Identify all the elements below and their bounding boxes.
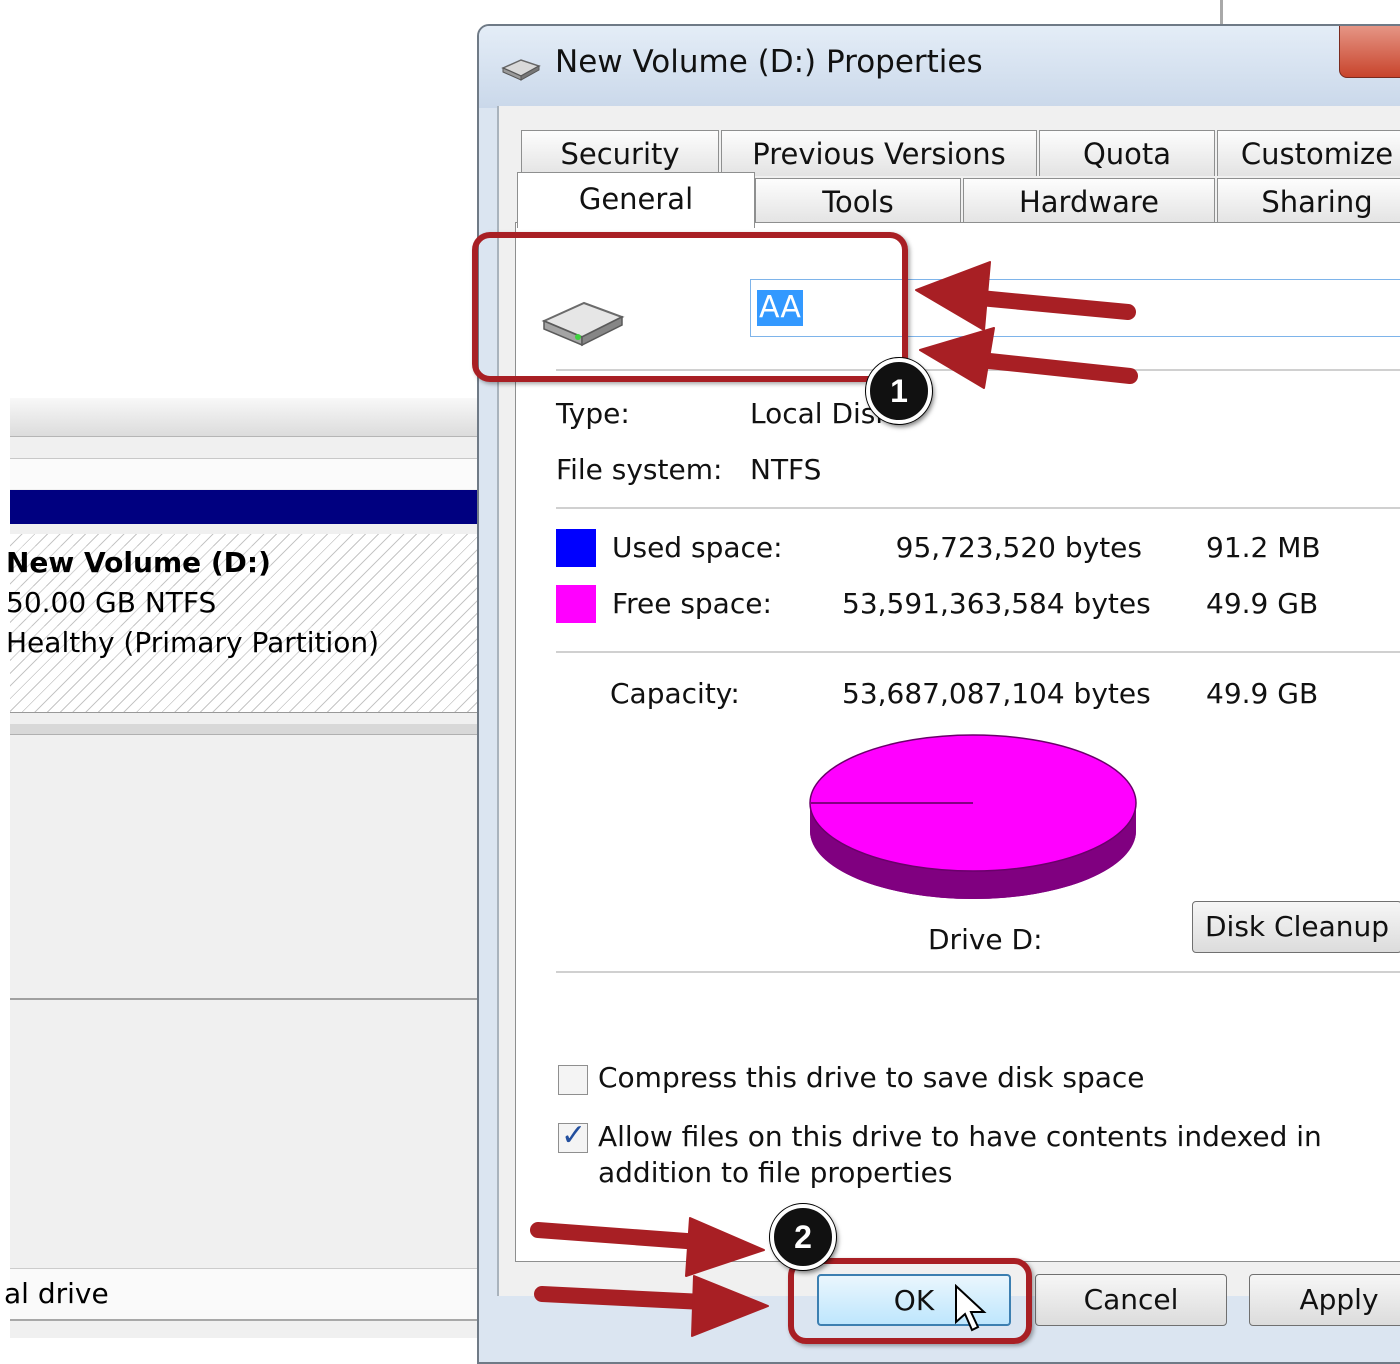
- arrow-2-lower: [534, 1286, 712, 1310]
- arrow-1-upper-head: [915, 261, 991, 331]
- step-badge-1: 1: [866, 358, 932, 424]
- arrow-2-upper: [530, 1222, 708, 1250]
- arrow-1-lower-head: [919, 327, 995, 389]
- arrow-1-upper: [972, 290, 1136, 320]
- annotation-arrows: [530, 261, 1138, 1337]
- arrow-2-upper-head: [685, 1217, 765, 1277]
- step-badge-2: 2: [770, 1204, 836, 1270]
- arrow-1-lower: [972, 352, 1138, 384]
- mouse-cursor-icon: [955, 1284, 987, 1332]
- arrow-2-lower-head: [691, 1275, 769, 1337]
